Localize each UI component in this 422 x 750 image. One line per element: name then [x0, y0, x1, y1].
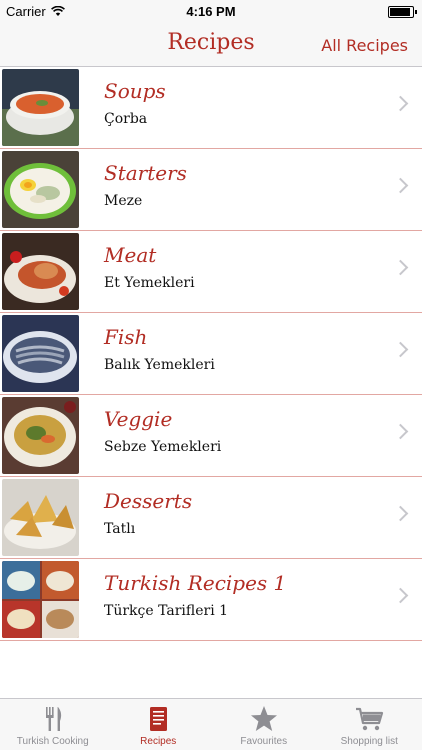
- tab-label: Shopping list: [340, 736, 398, 747]
- recipe-category-list: Soups Çorba Starters Meze Meat Et Yemekl…: [0, 67, 422, 641]
- row-title: Fish: [104, 325, 148, 349]
- row-subtitle: Balık Yemekleri: [104, 357, 215, 373]
- chevron-right-icon: [392, 177, 409, 194]
- tab-recipes[interactable]: Recipes: [106, 699, 212, 750]
- list-item[interactable]: Veggie Sebze Yemekleri: [0, 395, 422, 477]
- row-subtitle: Tatlı: [104, 521, 136, 537]
- soups-thumbnail: [2, 69, 79, 146]
- desserts-thumbnail: [2, 479, 79, 556]
- status-time: 4:16 PM: [186, 4, 236, 19]
- meat-thumbnail: [2, 233, 79, 310]
- row-title: Turkish Recipes 1: [104, 571, 287, 595]
- tab-shopping-list[interactable]: Shopping list: [317, 699, 422, 750]
- status-bar: Carrier 4:16 PM: [0, 0, 422, 22]
- row-subtitle: Sebze Yemekleri: [104, 439, 222, 455]
- tab-turkish-cooking[interactable]: Turkish Cooking: [0, 699, 106, 750]
- list-item[interactable]: Desserts Tatlı: [0, 477, 422, 559]
- tab-label: Recipes: [140, 736, 177, 747]
- row-subtitle: Çorba: [104, 111, 148, 127]
- row-title: Meat: [104, 243, 157, 267]
- chevron-right-icon: [392, 95, 409, 112]
- row-subtitle: Meze: [104, 193, 143, 209]
- fish-thumbnail: [2, 315, 79, 392]
- list-item[interactable]: Fish Balık Yemekleri: [0, 313, 422, 395]
- tab-favourites[interactable]: Favourites: [211, 699, 317, 750]
- row-subtitle: Türkçe Tarifleri 1: [104, 603, 229, 619]
- row-subtitle: Et Yemekleri: [104, 275, 195, 291]
- chevron-right-icon: [392, 423, 409, 440]
- tab-label: Favourites: [240, 736, 288, 747]
- tab-bar: Turkish Cooking Recipes Favourites Shopp…: [0, 698, 422, 750]
- chevron-right-icon: [392, 505, 409, 522]
- battery-icon: [388, 6, 417, 18]
- row-title: Soups: [104, 79, 166, 103]
- chevron-right-icon: [392, 341, 409, 358]
- book-icon: [150, 707, 168, 731]
- all-recipes-button[interactable]: All Recipes: [321, 36, 408, 55]
- list-item[interactable]: Starters Meze: [0, 149, 422, 231]
- chevron-right-icon: [392, 259, 409, 276]
- navigation-bar: Recipes All Recipes: [0, 22, 422, 67]
- cart-icon: [356, 707, 384, 731]
- star-icon: [250, 706, 277, 731]
- row-title: Desserts: [104, 489, 193, 513]
- fork-knife-icon: [45, 707, 61, 731]
- chevron-right-icon: [392, 587, 409, 604]
- row-title: Veggie: [104, 407, 173, 431]
- list-item[interactable]: Meat Et Yemekleri: [0, 231, 422, 313]
- turkish-recipes-thumbnail: [2, 561, 79, 638]
- row-title: Starters: [104, 161, 187, 185]
- list-item[interactable]: Turkish Recipes 1 Türkçe Tarifleri 1: [0, 559, 422, 641]
- tab-label: Turkish Cooking: [16, 736, 89, 747]
- starters-thumbnail: [2, 151, 79, 228]
- veggie-thumbnail: [2, 397, 79, 474]
- list-item[interactable]: Soups Çorba: [0, 67, 422, 149]
